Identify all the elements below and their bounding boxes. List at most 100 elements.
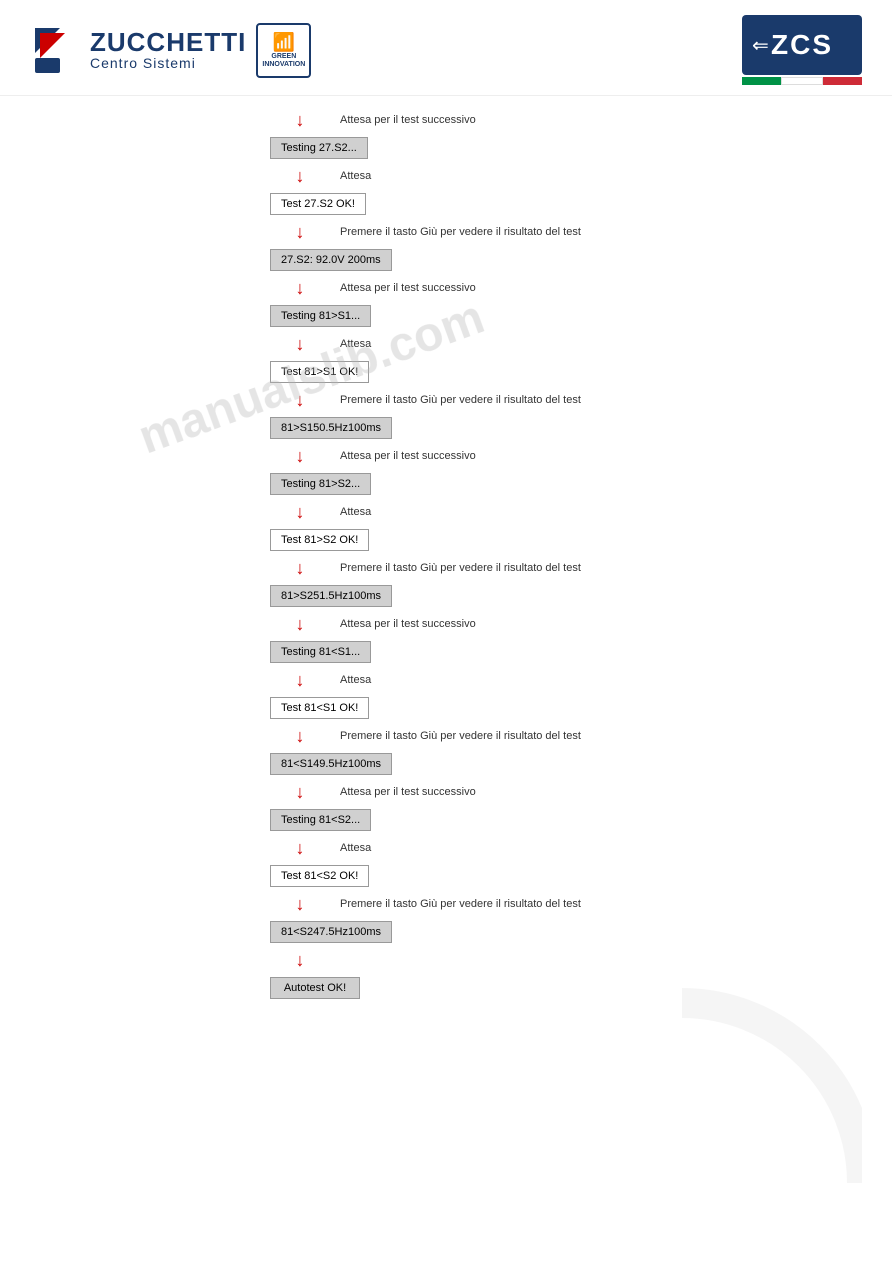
arrow-down-icon: ↓ bbox=[270, 447, 330, 465]
arrow-down-icon: ↓ bbox=[270, 391, 330, 409]
company-name: ZUCCHETTI bbox=[90, 29, 246, 55]
flow-label: Attesa bbox=[340, 338, 371, 350]
bottom-watermark-svg bbox=[662, 983, 862, 1183]
flow-box: 81>S150.5Hz100ms bbox=[270, 417, 392, 439]
flow-box-row: Test 27.S2 OK! bbox=[270, 190, 366, 218]
flow-arrow-row: ↓ Attesa bbox=[270, 162, 371, 190]
flow-box-row: 81>S251.5Hz100ms bbox=[270, 582, 392, 610]
arrow-down-icon: ↓ bbox=[270, 111, 330, 129]
flow-label: Premere il tasto Giù per vedere il risul… bbox=[340, 898, 581, 910]
flow-label: Premere il tasto Giù per vedere il risul… bbox=[340, 226, 581, 238]
arrow-down-icon: ↓ bbox=[270, 839, 330, 857]
arrow-down-icon: ↓ bbox=[270, 951, 330, 969]
arrow-down-icon: ↓ bbox=[270, 167, 330, 185]
green-innovation-text: GREENINNOVATION bbox=[262, 53, 305, 68]
flow-arrow-row: ↓ Premere il tasto Giù per vedere il risu… bbox=[270, 890, 581, 918]
flow-box-row: Testing 27.S2... bbox=[270, 134, 368, 162]
wifi-icon: 📶 bbox=[273, 32, 295, 53]
flow-box: 81>S251.5Hz100ms bbox=[270, 585, 392, 607]
company-subtitle: Centro Sistemi bbox=[90, 55, 246, 71]
flag-red bbox=[823, 77, 862, 85]
flow-box-row: 27.S2: 92.0V 200ms bbox=[270, 246, 392, 274]
arrow-down-icon: ↓ bbox=[270, 671, 330, 689]
arrow-down-icon: ↓ bbox=[270, 559, 330, 577]
flow-box-row: 81>S150.5Hz100ms bbox=[270, 414, 392, 442]
zucchetti-icon bbox=[30, 23, 85, 78]
flow-box: Test 81<S1 OK! bbox=[270, 697, 369, 719]
flow-label: Attesa per il test successivo bbox=[340, 282, 476, 294]
flow-arrow-row: ↓ Premere il tasto Giù per vedere il risu… bbox=[270, 554, 581, 582]
flow-arrow-row: ↓ Attesa bbox=[270, 330, 371, 358]
flow-box-row: Autotest OK! bbox=[270, 974, 360, 1002]
flow-arrow-row: ↓ Premere il tasto Giù per vedere il risu… bbox=[270, 218, 581, 246]
flow-box: Testing 81>S1... bbox=[270, 305, 371, 327]
flow-box: 81<S247.5Hz100ms bbox=[270, 921, 392, 943]
flow-arrow-row: ↓ Attesa per il test successivo bbox=[270, 106, 476, 134]
flow-arrow-row: ↓ Attesa bbox=[270, 834, 371, 862]
flow-label: Attesa bbox=[340, 506, 371, 518]
arrow-down-icon: ↓ bbox=[270, 335, 330, 353]
flow-label: Attesa per il test successivo bbox=[340, 450, 476, 462]
flow-box-row: 81<S149.5Hz100ms bbox=[270, 750, 392, 778]
flow-box-row: Testing 81>S1... bbox=[270, 302, 371, 330]
zcs-text: ZCS bbox=[771, 29, 833, 61]
flow-box-row: Test 81>S2 OK! bbox=[270, 526, 369, 554]
arrow-down-icon: ↓ bbox=[270, 223, 330, 241]
zucchetti-text: ZUCCHETTI Centro Sistemi bbox=[90, 29, 246, 71]
flow-label: Premere il tasto Giù per vedere il risul… bbox=[340, 730, 581, 742]
arrow-down-icon: ↓ bbox=[270, 503, 330, 521]
italy-flag bbox=[742, 77, 862, 85]
flow-box: Test 81>S2 OK! bbox=[270, 529, 369, 551]
flow-box: Testing 27.S2... bbox=[270, 137, 368, 159]
flow-box-row: Test 81>S1 OK! bbox=[270, 358, 369, 386]
header: ZUCCHETTI Centro Sistemi 📶 GREENINNOVATI… bbox=[0, 0, 892, 96]
zcs-arrow-icon: ⇐ bbox=[752, 33, 769, 58]
flow-label: Attesa per il test successivo bbox=[340, 786, 476, 798]
green-innovation-badge: 📶 GREENINNOVATION bbox=[256, 23, 311, 78]
main-content: ↓ Attesa per il test successivo Testing 27… bbox=[0, 96, 892, 1012]
flow-container: ↓ Attesa per il test successivo Testing 27… bbox=[270, 106, 892, 1002]
flow-box-row: Testing 81<S2... bbox=[270, 806, 371, 834]
flow-arrow-row: ↓ Attesa per il test successivo bbox=[270, 610, 476, 638]
flow-arrow-row: ↓ bbox=[270, 946, 340, 974]
flow-arrow-row: ↓ Attesa bbox=[270, 498, 371, 526]
flow-arrow-row: ↓ Premere il tasto Giù per vedere il risu… bbox=[270, 386, 581, 414]
flow-label: Attesa per il test successivo bbox=[340, 618, 476, 630]
flow-arrow-row: ↓ Premere il tasto Giù per vedere il risu… bbox=[270, 722, 581, 750]
arrow-down-icon: ↓ bbox=[270, 783, 330, 801]
flow-box-row: Test 81<S2 OK! bbox=[270, 862, 369, 890]
flow-label: Attesa bbox=[340, 842, 371, 854]
flow-label: Premere il tasto Giù per vedere il risul… bbox=[340, 394, 581, 406]
flag-white bbox=[781, 77, 822, 85]
zcs-logo: ⇐ ZCS bbox=[742, 15, 862, 85]
flow-box-row: Testing 81<S1... bbox=[270, 638, 371, 666]
flow-label: Attesa bbox=[340, 170, 371, 182]
flow-box: 81<S149.5Hz100ms bbox=[270, 753, 392, 775]
flow-label: Attesa per il test successivo bbox=[340, 114, 476, 126]
flow-arrow-row: ↓ Attesa per il test successivo bbox=[270, 442, 476, 470]
flow-label: Premere il tasto Giù per vedere il risul… bbox=[340, 562, 581, 574]
flow-box: 27.S2: 92.0V 200ms bbox=[270, 249, 392, 271]
flow-box: Test 81>S1 OK! bbox=[270, 361, 369, 383]
flow-box-row: Testing 81>S2... bbox=[270, 470, 371, 498]
flag-green bbox=[742, 77, 781, 85]
zcs-box: ⇐ ZCS bbox=[742, 15, 862, 75]
flow-box-row: Test 81<S1 OK! bbox=[270, 694, 369, 722]
flow-box: Test 27.S2 OK! bbox=[270, 193, 366, 215]
arrow-down-icon: ↓ bbox=[270, 727, 330, 745]
flow-box: Testing 81<S1... bbox=[270, 641, 371, 663]
flow-arrow-row: ↓ Attesa bbox=[270, 666, 371, 694]
flow-box: Autotest OK! bbox=[270, 977, 360, 999]
arrow-down-icon: ↓ bbox=[270, 895, 330, 913]
flow-arrow-row: ↓ Attesa per il test successivo bbox=[270, 274, 476, 302]
flow-box: Testing 81>S2... bbox=[270, 473, 371, 495]
flow-box-row: 81<S247.5Hz100ms bbox=[270, 918, 392, 946]
flow-box: Test 81<S2 OK! bbox=[270, 865, 369, 887]
arrow-down-icon: ↓ bbox=[270, 615, 330, 633]
zucchetti-logo: ZUCCHETTI Centro Sistemi bbox=[30, 23, 246, 78]
flow-label: Attesa bbox=[340, 674, 371, 686]
arrow-down-icon: ↓ bbox=[270, 279, 330, 297]
flow-arrow-row: ↓ Attesa per il test successivo bbox=[270, 778, 476, 806]
flow-box: Testing 81<S2... bbox=[270, 809, 371, 831]
logo-left: ZUCCHETTI Centro Sistemi 📶 GREENINNOVATI… bbox=[30, 23, 311, 78]
